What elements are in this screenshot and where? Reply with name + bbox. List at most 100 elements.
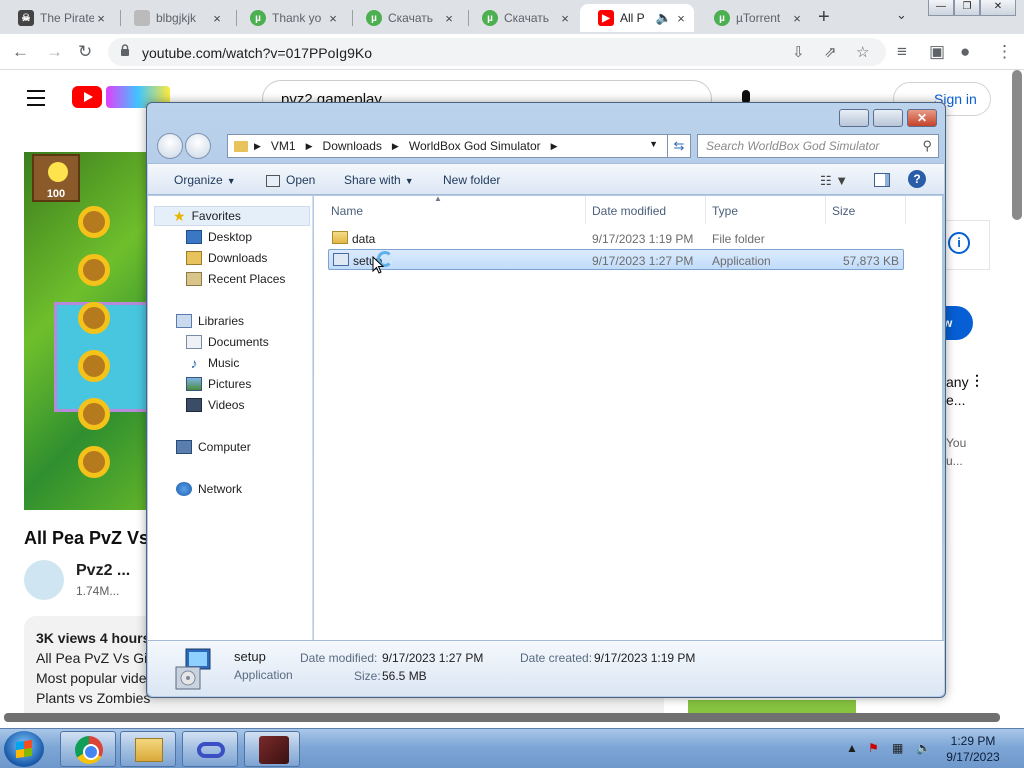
search-input[interactable]: Search WorldBox God Simulator ⚲ (697, 134, 939, 158)
channel-name[interactable]: Pvz2 ... (76, 562, 130, 580)
column-header-name[interactable]: Name (314, 196, 586, 224)
reading-list-icon[interactable]: ≡ (897, 42, 907, 62)
file-size: 57,873 KB (842, 254, 899, 268)
video-player[interactable]: 100 (24, 152, 154, 510)
start-button-windows-icon[interactable] (4, 731, 44, 767)
speaker-icon[interactable]: 🔈 (654, 10, 674, 26)
breadcrumb-vm1[interactable]: VM1 (271, 139, 296, 153)
volume-muted-icon[interactable]: 🔈 (916, 741, 931, 755)
search-placeholder: Search WorldBox God Simulator (706, 139, 880, 153)
maximize-icon[interactable] (873, 109, 903, 127)
vertical-scrollbar[interactable] (1012, 70, 1022, 220)
tab-pirate[interactable]: ☠ The Pirate × (0, 4, 114, 32)
close-icon[interactable]: × (442, 11, 456, 26)
youtube-logo-icon[interactable] (72, 86, 102, 108)
breadcrumb-arrow-icon[interactable]: ▶ (254, 141, 261, 152)
close-icon[interactable]: × (94, 11, 108, 26)
back-arrow-icon[interactable]: ← (12, 42, 29, 62)
minimize-icon[interactable]: — (928, 0, 954, 16)
new-folder-button[interactable]: New folder (443, 173, 500, 187)
utorrent-icon: µ (714, 10, 730, 26)
close-icon[interactable]: × (210, 11, 224, 26)
forward-button-icon[interactable] (185, 133, 211, 159)
column-header-date[interactable]: Date modified (586, 196, 706, 224)
taskbar-explorer[interactable] (120, 731, 176, 767)
kebab-menu-icon[interactable]: ⋮ (996, 42, 1013, 62)
sun-counter: 100 (32, 154, 80, 202)
search-icon[interactable]: ⚲ (922, 138, 932, 154)
breadcrumb-downloads[interactable]: Downloads (323, 139, 382, 153)
tab-youtube-active[interactable]: ▶ All P 🔈 × (580, 4, 694, 32)
close-icon[interactable]: × (558, 11, 572, 26)
music-note-icon: ♪ (190, 355, 198, 371)
nav-music[interactable]: ♪ Music (186, 355, 240, 371)
channel-avatar[interactable] (24, 560, 64, 600)
back-button-icon[interactable] (157, 133, 183, 159)
restore-icon[interactable]: ❐ (954, 0, 980, 16)
show-hidden-icons-icon[interactable]: ▲ (846, 741, 858, 755)
nav-network[interactable]: Network (176, 482, 242, 496)
horizontal-scrollbar[interactable] (4, 713, 1000, 722)
profile-avatar-icon[interactable]: ● (960, 42, 970, 62)
preview-pane-icon[interactable] (874, 173, 890, 187)
install-app-icon[interactable]: ⇩ (792, 43, 805, 61)
new-tab-plus-icon[interactable]: + (818, 6, 830, 29)
tab-thank-you[interactable]: µ Thank yo × (232, 4, 346, 32)
nav-videos[interactable]: Videos (186, 398, 244, 412)
info-icon[interactable]: i (948, 232, 970, 254)
share-with-button[interactable]: Share with ▼ (344, 173, 414, 187)
kebab-menu-icon[interactable]: ⋮ (970, 372, 984, 389)
side-video-title[interactable]: any (946, 374, 969, 390)
tab-utorrent[interactable]: µ µTorrent × (696, 4, 810, 32)
breadcrumb-arrow-icon[interactable]: ▶ (392, 141, 399, 152)
file-row-setup[interactable]: setup 9/17/2023 1:27 PM Application 57,8… (328, 249, 904, 270)
refresh-icon[interactable]: ⇆ (667, 134, 691, 158)
side-panel-icon[interactable]: ▣ (929, 42, 945, 62)
nav-computer[interactable]: Computer (176, 440, 251, 454)
tab-skachat-1[interactable]: µ Скачать × (348, 4, 462, 32)
change-view-icon[interactable]: ☷ ▼ (820, 173, 848, 189)
breadcrumb-arrow-icon[interactable]: ▶ (306, 141, 313, 152)
tab-blbgjkjk[interactable]: blbgjkjk × (116, 4, 230, 32)
action-center-icon[interactable]: ⚑ (868, 741, 879, 755)
hamburger-menu-icon[interactable] (27, 90, 45, 111)
share-icon[interactable]: ⇗ (824, 43, 837, 61)
address-bar[interactable]: ▶ VM1 ▶ Downloads ▶ WorldBox God Simulat… (227, 134, 689, 158)
nav-favorites[interactable]: ★ Favorites (154, 206, 310, 226)
network-tray-icon[interactable]: ▦ (892, 741, 903, 755)
address-dropdown-icon[interactable]: ▼ (649, 139, 658, 149)
tab-label: Скачать (504, 11, 549, 25)
breadcrumb-worldbox[interactable]: WorldBox God Simulator (409, 139, 541, 153)
close-icon[interactable]: × (674, 11, 688, 26)
nav-recent-places[interactable]: Recent Places (186, 272, 285, 286)
nav-desktop[interactable]: Desktop (186, 230, 252, 244)
close-icon[interactable]: ✕ (907, 109, 937, 127)
column-header-size[interactable]: Size (826, 196, 906, 224)
address-bar[interactable]: youtube.com/watch?v=017PPoIg9Ko ⇩ ⇗ ☆ (108, 38, 886, 66)
open-button[interactable]: Open (266, 173, 315, 187)
nav-pictures[interactable]: Pictures (186, 377, 251, 391)
nav-documents[interactable]: Documents (186, 335, 269, 349)
tab-skachat-2[interactable]: µ Скачать × (464, 4, 578, 32)
close-window-icon[interactable]: ✕ (980, 0, 1016, 16)
column-header-type[interactable]: Type (706, 196, 826, 224)
reload-icon[interactable]: ↻ (78, 42, 92, 62)
close-icon[interactable]: × (790, 11, 804, 26)
file-row-data[interactable]: data 9/17/2023 1:19 PM File folder (328, 228, 904, 249)
videos-icon (186, 398, 202, 412)
help-icon[interactable]: ? (908, 170, 926, 188)
organize-button[interactable]: Organize ▼ (174, 173, 236, 187)
taskbar-app[interactable] (182, 731, 238, 767)
nav-libraries[interactable]: Libraries (176, 314, 244, 328)
bookmark-star-icon[interactable]: ☆ (856, 43, 869, 61)
taskbar-chrome[interactable] (60, 731, 116, 767)
system-clock[interactable]: 1:29 PM 9/17/2023 (940, 733, 1006, 765)
minimize-icon[interactable] (839, 109, 869, 127)
forward-arrow-icon[interactable]: → (46, 42, 63, 62)
breadcrumb-arrow-icon[interactable]: ▶ (551, 141, 558, 152)
taskbar-game[interactable] (244, 731, 300, 767)
nav-downloads[interactable]: Downloads (186, 251, 267, 265)
details-file-name: setup (234, 649, 266, 664)
close-icon[interactable]: × (326, 11, 340, 26)
tab-search-chevron-icon[interactable]: ⌄ (896, 7, 907, 23)
